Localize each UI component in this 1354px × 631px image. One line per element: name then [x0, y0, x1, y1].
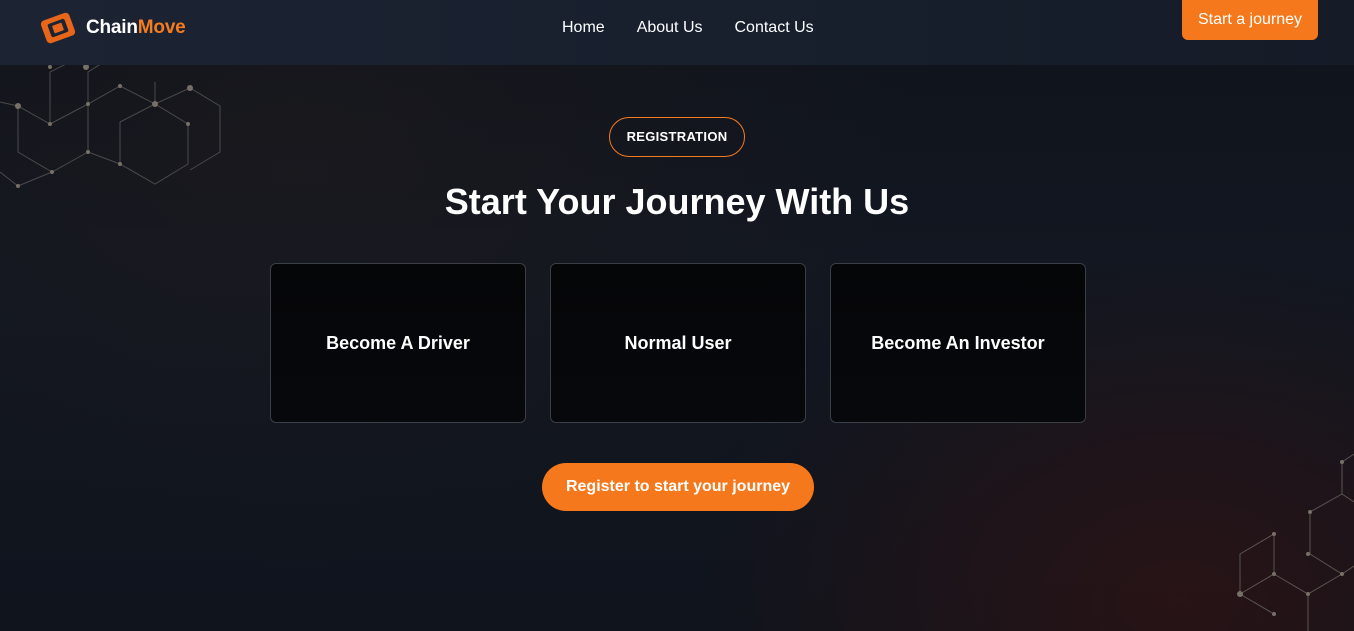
page-title: Start Your Journey With Us [444, 181, 910, 222]
start-journey-button[interactable]: Start a journey [1182, 0, 1318, 40]
option-label-investor: Become An Investor [871, 332, 1045, 353]
option-card-normal-user[interactable]: Normal User [550, 263, 806, 423]
network-decoration-bottom-right [1237, 453, 1354, 631]
option-label-normal-user: Normal User [624, 332, 732, 353]
option-card-driver[interactable]: Become A Driver [270, 263, 526, 423]
role-options: Become A Driver Normal User Become An In… [270, 263, 1086, 423]
chainmove-logo-icon [40, 12, 76, 44]
brand-logo[interactable]: ChainMove [38, 10, 186, 46]
registration-badge: REGISTRATION [609, 117, 745, 157]
nav-link-about-us[interactable]: About Us [637, 19, 703, 37]
nav-link-contact-us[interactable]: Contact Us [735, 19, 814, 37]
brand-name: ChainMove [86, 17, 186, 39]
main-nav: Home About Us Contact Us [562, 19, 814, 37]
top-navbar: ChainMove Home About Us Contact Us Start… [0, 0, 1354, 65]
option-label-driver: Become A Driver [326, 332, 470, 353]
option-card-investor[interactable]: Become An Investor [830, 263, 1086, 423]
nav-link-home[interactable]: Home [562, 19, 605, 37]
brand-name-part1: Chain [86, 17, 138, 38]
register-button[interactable]: Register to start your journey [542, 463, 814, 511]
brand-name-part2: Move [137, 17, 186, 38]
